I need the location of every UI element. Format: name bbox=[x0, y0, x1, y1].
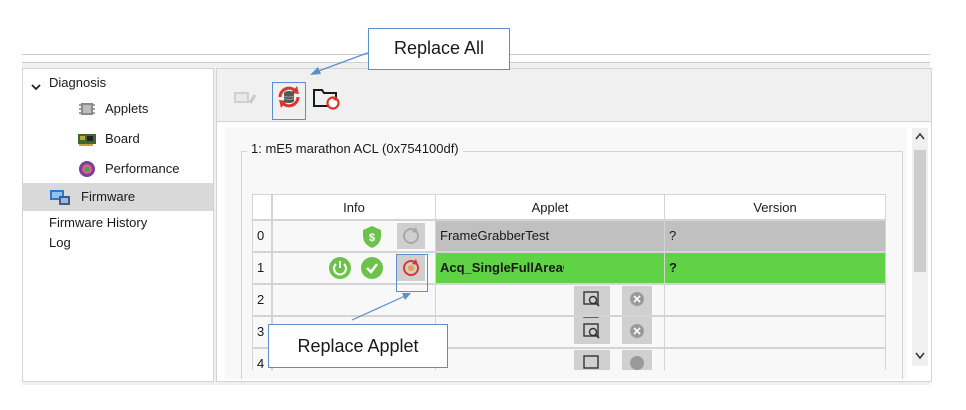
version-cell: ? bbox=[664, 220, 886, 252]
tree-item-firmware[interactable]: Firmware bbox=[23, 185, 213, 209]
applet-name: Acq_SingleFullAreaGr bbox=[440, 260, 564, 275]
callout-replace-applet: Replace Applet bbox=[268, 324, 448, 368]
info-cell: $ bbox=[272, 220, 436, 252]
tree-item-performance[interactable]: Performance bbox=[23, 157, 213, 181]
version-cell bbox=[664, 284, 886, 316]
close-icon bbox=[630, 356, 644, 370]
version-cell bbox=[664, 316, 886, 348]
folder-replace-icon bbox=[313, 89, 340, 110]
table-row[interactable]: 1 Acq_SingleFullAreaGr ? bbox=[252, 252, 886, 338]
device-group-title: 1: mE5 marathon ACL (0x754100df) bbox=[247, 141, 463, 156]
power-icon bbox=[329, 257, 351, 279]
tree-item-board[interactable]: Board bbox=[23, 127, 213, 151]
firmware-icon bbox=[49, 188, 70, 206]
performance-icon bbox=[77, 160, 97, 178]
board-icon bbox=[77, 130, 97, 148]
table-header-applet: Applet bbox=[435, 194, 665, 220]
applet-chip-icon bbox=[77, 100, 97, 118]
remove-applet-button[interactable] bbox=[622, 350, 652, 370]
browse-folder-icon bbox=[583, 291, 600, 307]
close-icon bbox=[630, 324, 644, 338]
shield-dollar-icon: $ bbox=[361, 225, 383, 251]
browse-folder-icon bbox=[583, 323, 600, 339]
upload-firmware-button[interactable] bbox=[231, 83, 259, 111]
checkmark-icon bbox=[361, 257, 383, 279]
table-header-info: Info bbox=[272, 194, 436, 220]
tree-item-log[interactable]: Log bbox=[23, 231, 213, 255]
tree-item-label: Log bbox=[49, 235, 71, 250]
version-cell bbox=[664, 348, 886, 370]
browse-applet-button[interactable] bbox=[574, 350, 610, 370]
tree-item-label: Performance bbox=[105, 161, 180, 176]
replace-applet-button-disabled[interactable] bbox=[397, 223, 425, 249]
row-index: 1 bbox=[252, 252, 272, 284]
tree-item-label: Applets bbox=[105, 101, 149, 116]
toolbar bbox=[217, 69, 931, 122]
scroll-up-icon[interactable] bbox=[914, 132, 926, 144]
close-icon bbox=[630, 292, 644, 306]
remove-applet-button[interactable] bbox=[622, 318, 652, 344]
navigation-tree: Diagnosis Applets Board Performance Firm… bbox=[22, 68, 214, 382]
tree-item-label: Board bbox=[105, 131, 140, 146]
replace-all-highlight bbox=[272, 82, 306, 120]
replace-applet-highlight bbox=[396, 254, 428, 292]
applet-cell: FrameGrabberTest bbox=[435, 220, 665, 252]
table-header-index bbox=[252, 194, 272, 220]
refresh-disabled-icon bbox=[403, 227, 419, 244]
row-index: 2 bbox=[252, 284, 272, 316]
browse-folder-icon bbox=[583, 355, 599, 369]
svg-text:$: $ bbox=[369, 232, 375, 244]
scrollbar-thumb[interactable] bbox=[914, 150, 926, 272]
table-header-version: Version bbox=[664, 194, 886, 220]
browse-applet-button[interactable] bbox=[574, 318, 610, 344]
table-row[interactable]: 0 $ FrameGrabberTest ? bbox=[252, 220, 886, 252]
upload-firmware-icon bbox=[234, 92, 257, 104]
applet-cell: Acq_SingleFullAreaGr bbox=[435, 252, 665, 284]
tree-item-label: Firmware bbox=[81, 189, 136, 204]
tree-item-diagnosis[interactable]: Diagnosis bbox=[23, 71, 213, 95]
callout-replace-all: Replace All bbox=[368, 28, 510, 70]
scroll-down-icon[interactable] bbox=[914, 352, 926, 364]
folder-replace-button[interactable] bbox=[311, 83, 340, 111]
row-index: 0 bbox=[252, 220, 272, 252]
tree-item-applets[interactable]: Applets bbox=[23, 97, 213, 121]
version-cell: ? bbox=[664, 252, 886, 284]
table-row[interactable]: 2 bbox=[252, 284, 886, 316]
browse-applet-button[interactable] bbox=[574, 286, 610, 312]
tree-item-label: Diagnosis bbox=[49, 75, 107, 90]
remove-applet-button[interactable] bbox=[622, 286, 652, 312]
